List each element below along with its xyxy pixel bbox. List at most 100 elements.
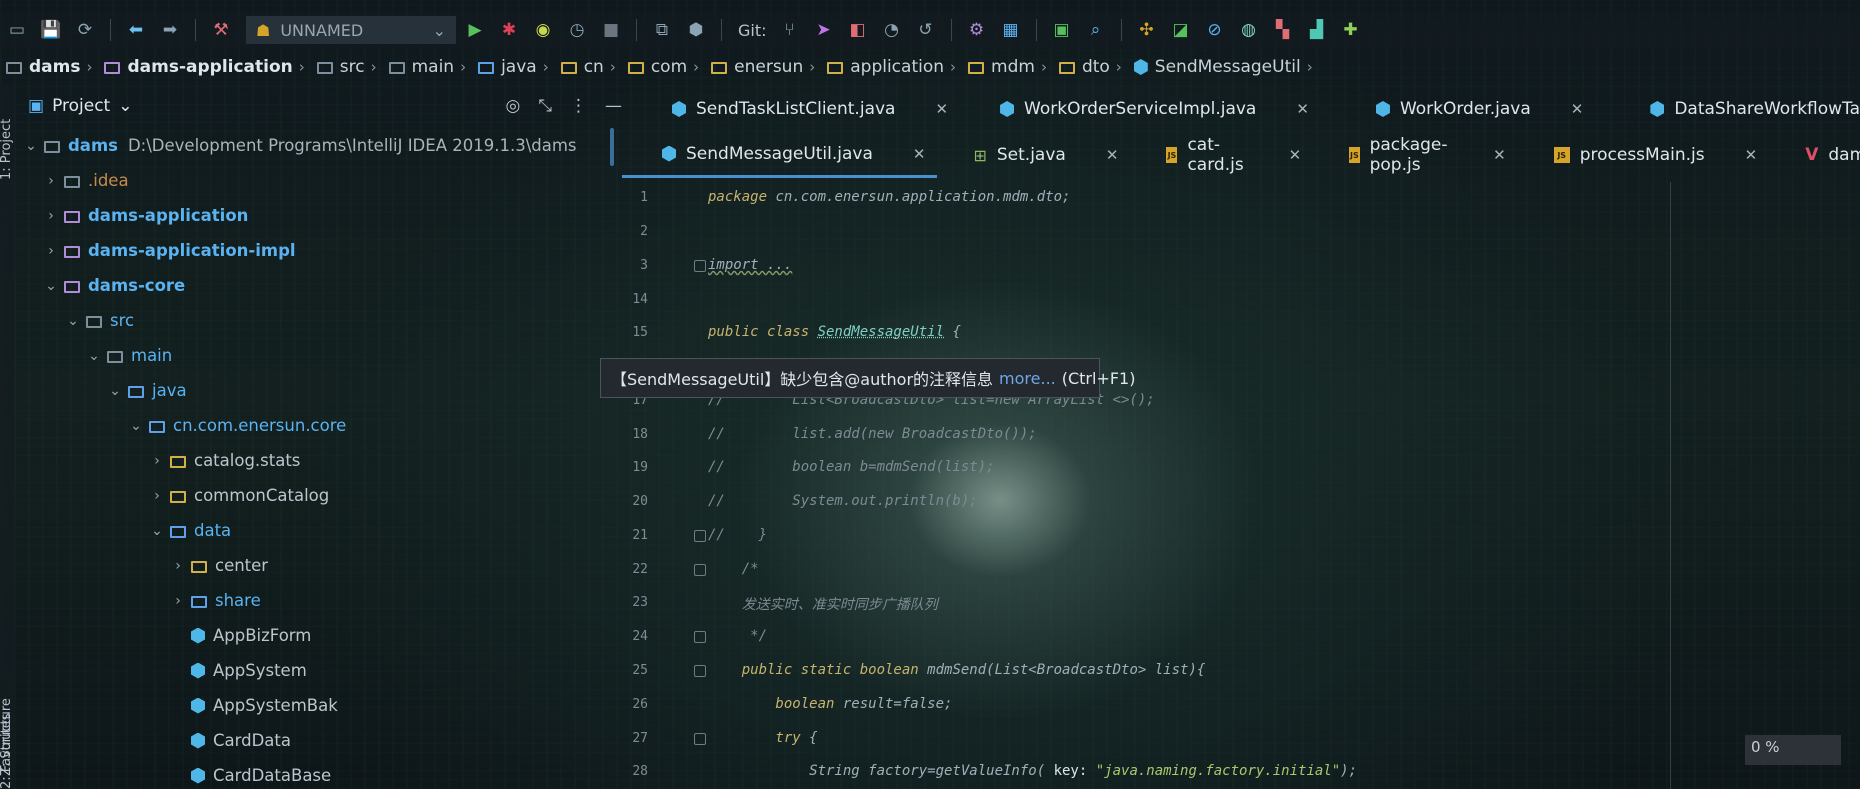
tree-item-share[interactable]: › share [22,583,612,618]
tree-item-catalog-stats[interactable]: › catalog.stats [22,443,612,478]
close-icon[interactable]: ✕ [1289,146,1302,164]
folded-imports[interactable]: import ... [708,257,792,273]
tree-item-main[interactable]: ⌄ main [22,338,612,373]
fold-toggle-icon[interactable] [694,665,706,677]
favorites-tool-tab[interactable]: 2: Favorites [0,713,14,789]
tree-item-src[interactable]: ⌄ src [22,303,612,338]
tab-dams[interactable]: V dams [1769,132,1860,178]
breadcrumb-item[interactable]: dams-application [98,57,298,77]
more-options-icon[interactable]: ⋮ [570,96,587,116]
close-icon[interactable]: ✕ [1296,100,1309,118]
tab-work-order[interactable]: WorkOrder.java ✕ [1321,86,1595,132]
deploy-icon[interactable]: ⬢ [681,16,711,44]
tree-item-common-catalog[interactable]: › commonCatalog [22,478,612,513]
tree-item-dams[interactable]: ⌄ dams D:\Development Programs\IntelliJ … [22,128,612,163]
chevron-down-icon[interactable]: ⌄ [85,348,103,364]
tree-item-class[interactable]: AppSystemBak [22,688,612,723]
tree-item-class[interactable]: CardDataBase [22,758,612,789]
git-history-icon[interactable]: ◔ [877,16,907,44]
code-editor[interactable]: 1 2 3 14 15 17 18 19 20 21 22 23 24 25 2… [622,182,1860,789]
fold-toggle-icon[interactable] [694,631,706,643]
git-push-icon[interactable]: ➤ [809,16,839,44]
puzzle-icon[interactable]: ✚ [1336,16,1366,44]
tree-item-dams-application-impl[interactable]: › dams-application-impl [22,233,612,268]
tree-item-package-core[interactable]: ⌄ cn.com.enersun.core [22,408,612,443]
tooltip-more-link[interactable]: more... [999,369,1056,388]
breadcrumb-item[interactable]: cn [555,57,610,77]
breadcrumb-item[interactable]: com [622,57,693,77]
chevron-down-icon[interactable]: ⌄ [106,383,124,399]
breadcrumb-item[interactable]: SendMessageUtil [1128,57,1307,77]
blocked-icon[interactable]: ⊘ [1200,16,1230,44]
breadcrumb-item[interactable]: java [472,57,543,77]
layout-icon[interactable]: ▚ [1268,16,1298,44]
close-icon[interactable]: ✕ [1493,146,1506,164]
chevron-right-icon[interactable]: › [42,208,60,224]
sync-icon[interactable]: ⟳ [70,16,100,44]
build-hammer-icon[interactable]: ⚒ [206,16,236,44]
search-icon[interactable]: ⌕ [1081,16,1111,44]
close-icon[interactable]: ✕ [1571,100,1584,118]
breadcrumb-item[interactable]: dams [0,57,86,77]
profile-icon[interactable]: ◷ [562,16,592,44]
debug-icon[interactable]: ✱ [494,16,524,44]
project-structure-icon[interactable]: ▦ [996,16,1026,44]
chevron-right-icon[interactable]: › [148,488,166,504]
chevron-down-icon[interactable]: ⌄ [127,418,145,434]
tab-package-pop[interactable]: JS package-pop.js ✕ [1313,132,1517,178]
chevron-down-icon[interactable]: ⌄ [22,138,40,154]
breadcrumb-item[interactable]: main [383,57,460,77]
fold-toggle-icon[interactable] [694,530,706,542]
locate-target-icon[interactable]: ◎ [506,96,521,116]
chevron-right-icon[interactable]: › [148,453,166,469]
breadcrumb-item[interactable]: mdm [962,57,1041,77]
close-icon[interactable]: ✕ [1106,146,1119,164]
git-branch-icon[interactable]: ⑂ [775,16,805,44]
save-icon[interactable]: 💾 [36,16,66,44]
tab-send-task-list-client[interactable]: SendTaskListClient.java ✕ [622,86,960,132]
tree-item-class[interactable]: AppSystem [22,653,612,688]
tab-cat-card[interactable]: JS cat-card.js ✕ [1130,132,1313,178]
fold-toggle-icon[interactable] [694,260,706,272]
chevron-down-icon[interactable]: ⌄ [64,313,82,329]
breadcrumb-item[interactable]: dto [1053,57,1116,77]
git-compare-icon[interactable]: ◧ [843,16,873,44]
tree-item-java[interactable]: ⌄ java [22,373,612,408]
tree-item-dams-core[interactable]: ⌄ dams-core [22,268,612,303]
chevron-right-icon[interactable]: › [169,558,187,574]
tab-process-main[interactable]: JS processMain.js ✕ [1518,132,1769,178]
tab-work-order-service-impl[interactable]: WorkOrderServiceImpl.java ✕ [960,86,1321,132]
fold-toggle-icon[interactable] [694,733,706,745]
tab-set[interactable]: ⊞ Set.java ✕ [937,132,1130,178]
breadcrumb-item[interactable]: application [821,57,950,77]
project-tool-tab[interactable]: 1: Project [0,119,14,180]
chevron-right-icon[interactable]: › [42,243,60,259]
tree-item-dams-application[interactable]: › dams-application [22,198,612,233]
run-icon[interactable]: ▶ [460,16,490,44]
monitor-icon[interactable]: ◪ [1166,16,1196,44]
breadcrumb-item[interactable]: src [311,57,371,77]
breadcrumb-item[interactable]: enersun [705,57,809,77]
tree-item-class[interactable]: CardData [22,723,612,758]
tree-item-data[interactable]: ⌄ data [22,513,612,548]
sonar-icon[interactable]: ◍ [1234,16,1264,44]
project-view-selector[interactable]: ▣ Project ⌄ [22,96,132,116]
forward-arrow-icon[interactable]: ➡ [155,16,185,44]
chevron-down-icon[interactable]: ⌄ [148,523,166,539]
collapse-all-icon[interactable]: ⤡ [538,96,552,116]
back-arrow-icon[interactable]: ⬅ [121,16,151,44]
close-icon[interactable]: ✕ [913,145,926,163]
open-folder-icon[interactable]: ▭ [2,16,32,44]
settings-gear-icon[interactable]: ⚙ [962,16,992,44]
chevron-right-icon[interactable]: › [169,593,187,609]
git-rollback-icon[interactable]: ↺ [911,16,941,44]
tree-item-center[interactable]: › center [22,548,612,583]
tree-item-class[interactable]: AppBizForm [22,618,612,653]
chart-icon[interactable]: ▟ [1302,16,1332,44]
tree-item-idea[interactable]: › .idea [22,163,612,198]
tab-send-message-util[interactable]: SendMessageUtil.java ✕ [622,132,938,178]
close-icon[interactable]: ✕ [1745,146,1758,164]
run-configuration-select[interactable]: ☗ UNNAMED ⌄ [246,16,456,44]
tab-data-share-workflow-table[interactable]: DataShareWorkflowTable.java [1595,86,1860,132]
attach-debugger-icon[interactable]: ⧉ [647,16,677,44]
